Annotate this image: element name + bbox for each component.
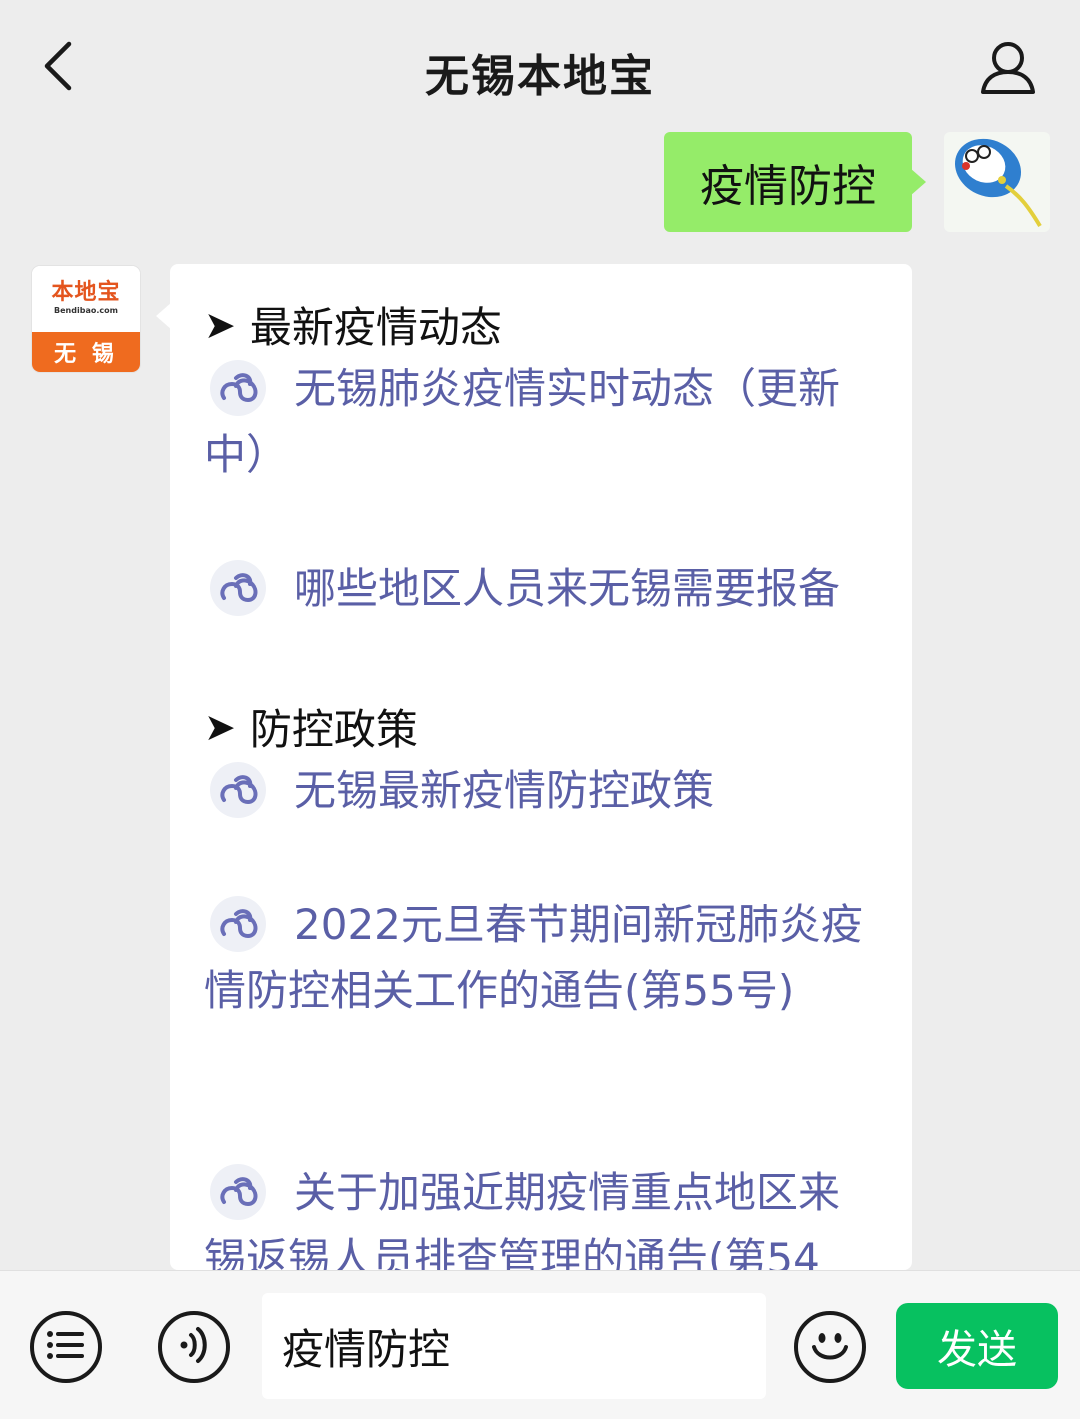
message-input[interactable]: 疫情防控 xyxy=(262,1293,766,1399)
link-item[interactable]: 无锡最新疫情防控政策 xyxy=(204,758,880,824)
chat-header: 无锡本地宝 xyxy=(0,0,1080,130)
user-avatar-image xyxy=(954,138,1042,228)
link-text: 关于加强近期疫情重点地区来锡返锡人员排查管理的通告(第54 xyxy=(204,1168,841,1270)
miniprogram-link-icon xyxy=(204,354,270,420)
bendibao-avatar[interactable]: 本地宝 Bendibao.com 无 锡 xyxy=(32,266,140,372)
link-text: 哪些地区人员来无锡需要报备 xyxy=(294,564,841,613)
section-title-text: 防控政策 xyxy=(249,705,418,754)
link-item[interactable]: 哪些地区人员来无锡需要报备 xyxy=(204,556,880,622)
miniprogram-link-icon xyxy=(204,890,270,956)
input-bar: 疫情防控 发送 xyxy=(0,1270,1080,1419)
chat-screen: 无锡本地宝 疫情防控 本地宝 Bendibao.com 无 锡 ➤ 最新疫情动态… xyxy=(0,0,1080,1419)
profile-button[interactable] xyxy=(976,38,1040,102)
logo-brand: 本地宝 xyxy=(51,280,121,305)
miniprogram-link-icon xyxy=(204,756,270,822)
outgoing-message-text: 疫情防控 xyxy=(700,161,876,212)
link-text: 无锡肺炎疫情实时动态（更新中） xyxy=(204,364,841,479)
user-avatar[interactable] xyxy=(944,132,1050,232)
link-item[interactable]: 无锡肺炎疫情实时动态（更新中） xyxy=(204,356,880,488)
chat-title: 无锡本地宝 xyxy=(425,51,655,102)
send-button[interactable]: 发送 xyxy=(896,1303,1058,1389)
link-text: 2022元旦春节期间新冠肺炎疫情防控相关工作的通告(第55号) xyxy=(204,900,863,1015)
arrow-icon: ➤ xyxy=(204,302,236,347)
message-input-value: 疫情防控 xyxy=(282,1324,451,1374)
voice-icon xyxy=(176,1325,212,1369)
miniprogram-link-icon xyxy=(204,1158,270,1224)
logo-top: 本地宝 Bendibao.com xyxy=(32,266,140,332)
incoming-message-bubble: ➤ 最新疫情动态 无锡肺炎疫情实时动态（更新中） 哪些地区人员来无锡需要报备 ➤… xyxy=(170,264,912,1270)
smiley-icon xyxy=(808,1325,852,1369)
arrow-icon: ➤ xyxy=(204,704,236,749)
person-icon xyxy=(979,40,1037,100)
logo-url: Bendibao.com xyxy=(54,306,118,315)
voice-button[interactable] xyxy=(158,1311,230,1383)
section-title-policy: ➤ 防控政策 xyxy=(204,696,418,757)
section-title-latest: ➤ 最新疫情动态 xyxy=(204,294,502,355)
logo-city: 无 锡 xyxy=(32,332,140,372)
outgoing-message-bubble[interactable]: 疫情防控 xyxy=(664,132,926,232)
link-text: 无锡最新疫情防控政策 xyxy=(294,766,715,815)
menu-button[interactable] xyxy=(30,1311,102,1383)
link-item[interactable]: 关于加强近期疫情重点地区来锡返锡人员排查管理的通告(第54 xyxy=(204,1160,880,1270)
section-title-text: 最新疫情动态 xyxy=(249,303,502,352)
emoji-button[interactable] xyxy=(794,1311,866,1383)
miniprogram-link-icon xyxy=(204,554,270,620)
link-item[interactable]: 2022元旦春节期间新冠肺炎疫情防控相关工作的通告(第55号) xyxy=(204,892,880,1024)
menu-list-icon xyxy=(46,1329,86,1365)
